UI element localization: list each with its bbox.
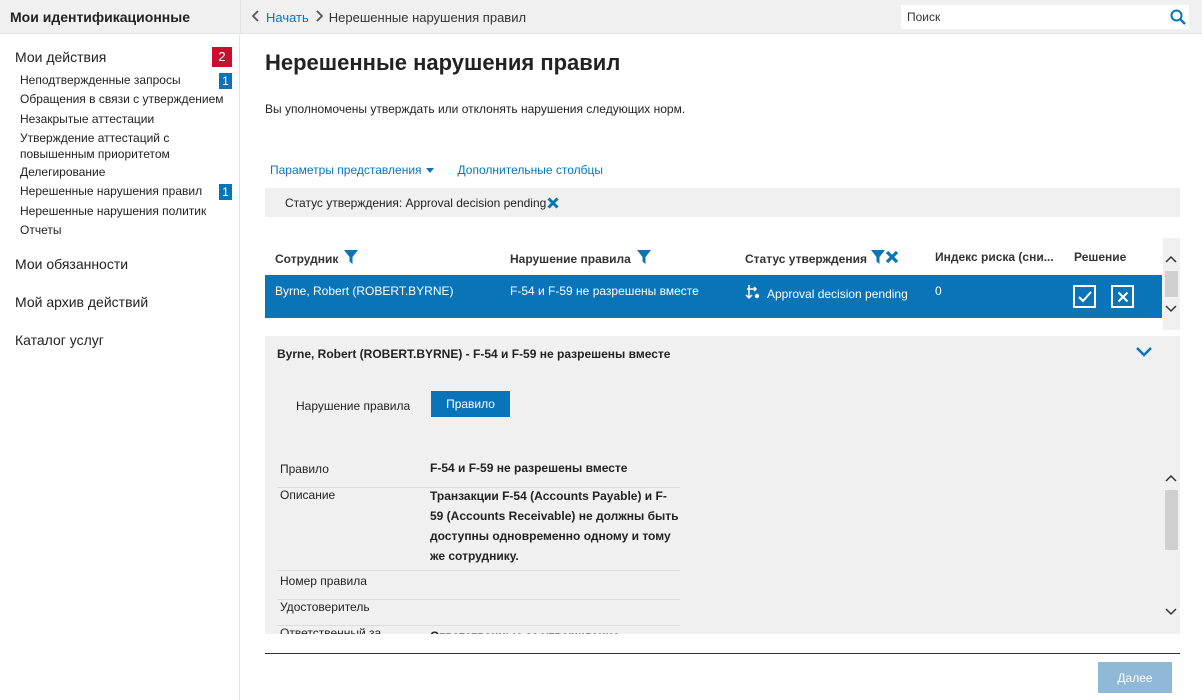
- field-key: Номер правила: [280, 574, 367, 588]
- search-box: [901, 5, 1189, 29]
- app-title[interactable]: Мои идентификационные: [10, 9, 240, 25]
- active-filter-label: Статус утверждения: Approval decision pe…: [285, 195, 547, 210]
- breadcrumb: Начать Нерешенные нарушения правил: [251, 10, 527, 25]
- top-bar: Мои идентификационные Начать Нерешенные …: [0, 0, 1202, 34]
- next-button[interactable]: Далее: [1098, 662, 1172, 693]
- extra-columns-link[interactable]: Дополнительные столбцы: [458, 163, 603, 177]
- search-icon[interactable]: [1167, 6, 1189, 28]
- sidebar-item-policy-violations[interactable]: Нерешенные нарушения политик: [20, 203, 230, 219]
- my-actions-count-badge: 2: [212, 47, 232, 67]
- view-links: Параметры представления Дополнительные с…: [270, 163, 603, 177]
- detail-title: Byrne, Robert (ROBERT.BYRNE) - F-54 и F-…: [277, 347, 671, 361]
- breadcrumb-current: Нерешенные нарушения правил: [328, 10, 527, 25]
- sidebar-item-unconfirmed-requests[interactable]: Неподтвержденные запросы: [20, 72, 230, 88]
- intro-text: Вы уполномочены утверждать или отклонять…: [265, 102, 686, 116]
- rule-violations-badge: 1: [219, 184, 232, 200]
- field-value: Транзакции F-54 (Accounts Payable) и F-5…: [430, 489, 679, 563]
- field-description: Описание Транзакции F-54 (Accounts Payab…: [277, 488, 680, 571]
- field-rule: Правило F-54 и F-59 не разрешены вместе: [277, 461, 680, 488]
- filter-funnel-icon[interactable]: [636, 250, 651, 267]
- field-value: F-54 и F-59 не разрешены вместе: [430, 461, 628, 475]
- sidebar-item-open-attestations[interactable]: Незакрытые аттестации: [20, 111, 230, 127]
- remove-filter-icon[interactable]: [547, 196, 559, 209]
- field-responsible: Ответственный за Ответственные за утверж…: [277, 626, 680, 634]
- filter-funnel-icon[interactable]: [344, 250, 359, 267]
- field-key: Удостоверитель: [280, 600, 370, 614]
- table-scroll-thumb[interactable]: [1165, 271, 1178, 297]
- sidebar-section-my-actions[interactable]: Мои действия: [15, 49, 106, 65]
- detail-tab-label: Нарушение правила: [296, 399, 411, 413]
- sidebar-item-approval-appeals[interactable]: Обращения в связи с утверждением: [20, 91, 230, 107]
- view-options-dropdown[interactable]: Параметры представления: [270, 163, 434, 177]
- search-input[interactable]: [901, 6, 1167, 28]
- detail-scroll-thumb[interactable]: [1165, 490, 1178, 550]
- field-key: Правило: [280, 462, 329, 476]
- clear-filter-icon[interactable]: [885, 250, 899, 267]
- rule-tab-button[interactable]: Правило: [431, 391, 510, 417]
- cell-status-text: Approval decision pending: [767, 286, 908, 301]
- approve-button[interactable]: [1073, 285, 1096, 308]
- field-value: Ответственные за утверждение: [430, 626, 680, 634]
- field-certifier: Удостоверитель: [277, 600, 680, 626]
- column-header-violation[interactable]: Нарушение правила: [510, 250, 651, 267]
- sidebar-item-reports[interactable]: Отчеты: [20, 222, 230, 238]
- sidebar-section-service-catalog[interactable]: Каталог услуг: [15, 332, 104, 348]
- active-filter-bar: Статус утверждения: Approval decision pe…: [265, 188, 1180, 217]
- deny-button[interactable]: [1111, 285, 1134, 308]
- unconfirmed-requests-badge: 1: [219, 73, 232, 89]
- sidebar-item-priority-attestations[interactable]: Утверждение аттестаций с повышенным прио…: [20, 130, 200, 162]
- sidebar-section-action-archive[interactable]: Мой архив действий: [15, 294, 148, 310]
- cell-status: Approval decision pending: [745, 284, 908, 303]
- column-header-label: Статус утверждения: [745, 251, 867, 266]
- topbar-divider: [240, 0, 241, 34]
- column-header-status[interactable]: Статус утверждения: [745, 250, 899, 267]
- sidebar: Мои действия 2 Неподтвержденные запросы …: [0, 35, 240, 700]
- table-row[interactable]: Byrne, Robert (ROBERT.BYRNE) F-54 и F-59…: [265, 275, 1162, 318]
- caret-down-icon: [425, 168, 434, 174]
- view-options-label: Параметры представления: [270, 163, 422, 177]
- column-header-decision[interactable]: Решение: [1074, 250, 1126, 264]
- column-header-risk[interactable]: Индекс риска (сни...: [935, 250, 1054, 264]
- field-key: Описание: [280, 488, 336, 502]
- cell-employee: Byrne, Robert (ROBERT.BYRNE): [275, 284, 454, 298]
- cell-violation: F-54 и F-59 не разрешены вместе: [510, 284, 699, 298]
- violation-detail-panel: Byrne, Robert (ROBERT.BYRNE) - F-54 и F-…: [265, 336, 1180, 634]
- sidebar-item-delegation[interactable]: Делегирование: [20, 164, 230, 180]
- table-header: Сотрудник Нарушение правила Статус утвер…: [265, 238, 1160, 274]
- column-header-label: Нарушение правила: [510, 251, 631, 266]
- field-rule-number: Номер правила: [277, 574, 680, 600]
- workflow-arrows-icon: [745, 284, 761, 303]
- sidebar-section-my-duties[interactable]: Мои обязанности: [15, 256, 128, 272]
- chevron-down-icon[interactable]: [1135, 346, 1155, 362]
- breadcrumb-home-link[interactable]: Начать: [266, 10, 309, 25]
- page-title: Нерешенные нарушения правил: [265, 50, 621, 75]
- filter-funnel-icon[interactable]: [870, 250, 885, 267]
- cell-risk: 0: [935, 284, 942, 298]
- scroll-down-icon[interactable]: [1163, 301, 1179, 317]
- column-header-employee[interactable]: Сотрудник: [275, 250, 359, 267]
- field-key: Ответственный за: [280, 626, 382, 634]
- footer-divider: [265, 653, 1180, 654]
- sidebar-item-rule-violations[interactable]: Нерешенные нарушения правил: [20, 183, 230, 199]
- scroll-down-icon[interactable]: [1163, 604, 1179, 620]
- chevron-right-icon: [315, 10, 324, 25]
- column-header-label: Сотрудник: [275, 251, 339, 266]
- scroll-up-icon[interactable]: [1163, 470, 1179, 486]
- chevron-left-icon[interactable]: [251, 10, 260, 25]
- scroll-up-icon[interactable]: [1163, 251, 1179, 267]
